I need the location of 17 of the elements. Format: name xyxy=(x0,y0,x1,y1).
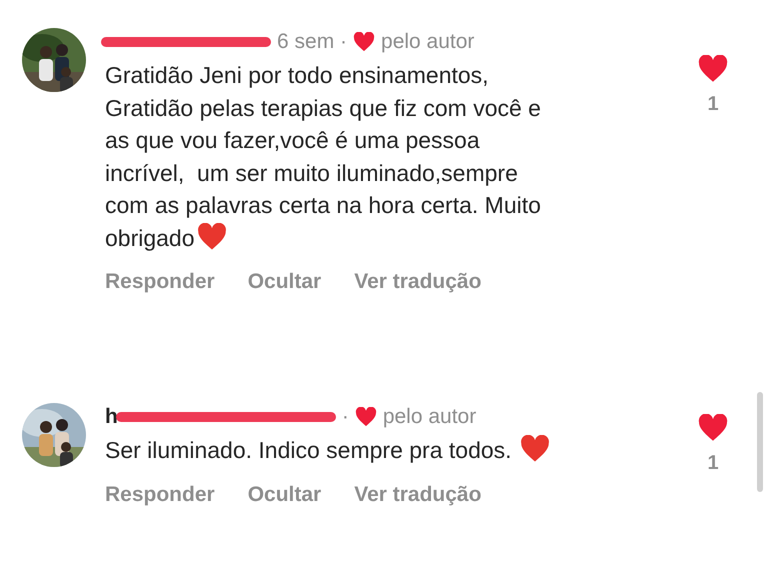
comment-action-link[interactable]: Ver tradução xyxy=(354,482,482,506)
author-like-label: pelo autor xyxy=(381,30,474,54)
comment-action-link[interactable]: Responder xyxy=(105,270,215,294)
comment-action-link[interactable]: Ver tradução xyxy=(354,270,482,294)
comment-time: 6 sem · xyxy=(277,30,348,54)
like-icon[interactable] xyxy=(697,414,729,442)
like-icon[interactable] xyxy=(697,55,729,83)
like-count: 1 xyxy=(707,93,719,116)
comment-text: Gratidão Jeni por todo ensinamentos, Gratidão pelas terapias que fiz com você e as que vou fazer,você é uma pessoa incrível, um ser muito iluminado,sempre com as palavras certa na hora certa. Muito obrigado xyxy=(105,61,542,253)
comment-text: Ser iluminado. Indico sempre pra todos. xyxy=(105,434,695,466)
author-like-label: pelo autor xyxy=(382,405,476,429)
comment-time: · xyxy=(342,405,349,429)
username[interactable]: h xyxy=(105,405,118,429)
like-count: 1 xyxy=(707,452,719,475)
comment-action-link[interactable]: Ocultar xyxy=(248,270,322,294)
comment-action-link[interactable]: Responder xyxy=(105,482,215,506)
comment-action-link[interactable]: Ocultar xyxy=(248,482,322,506)
